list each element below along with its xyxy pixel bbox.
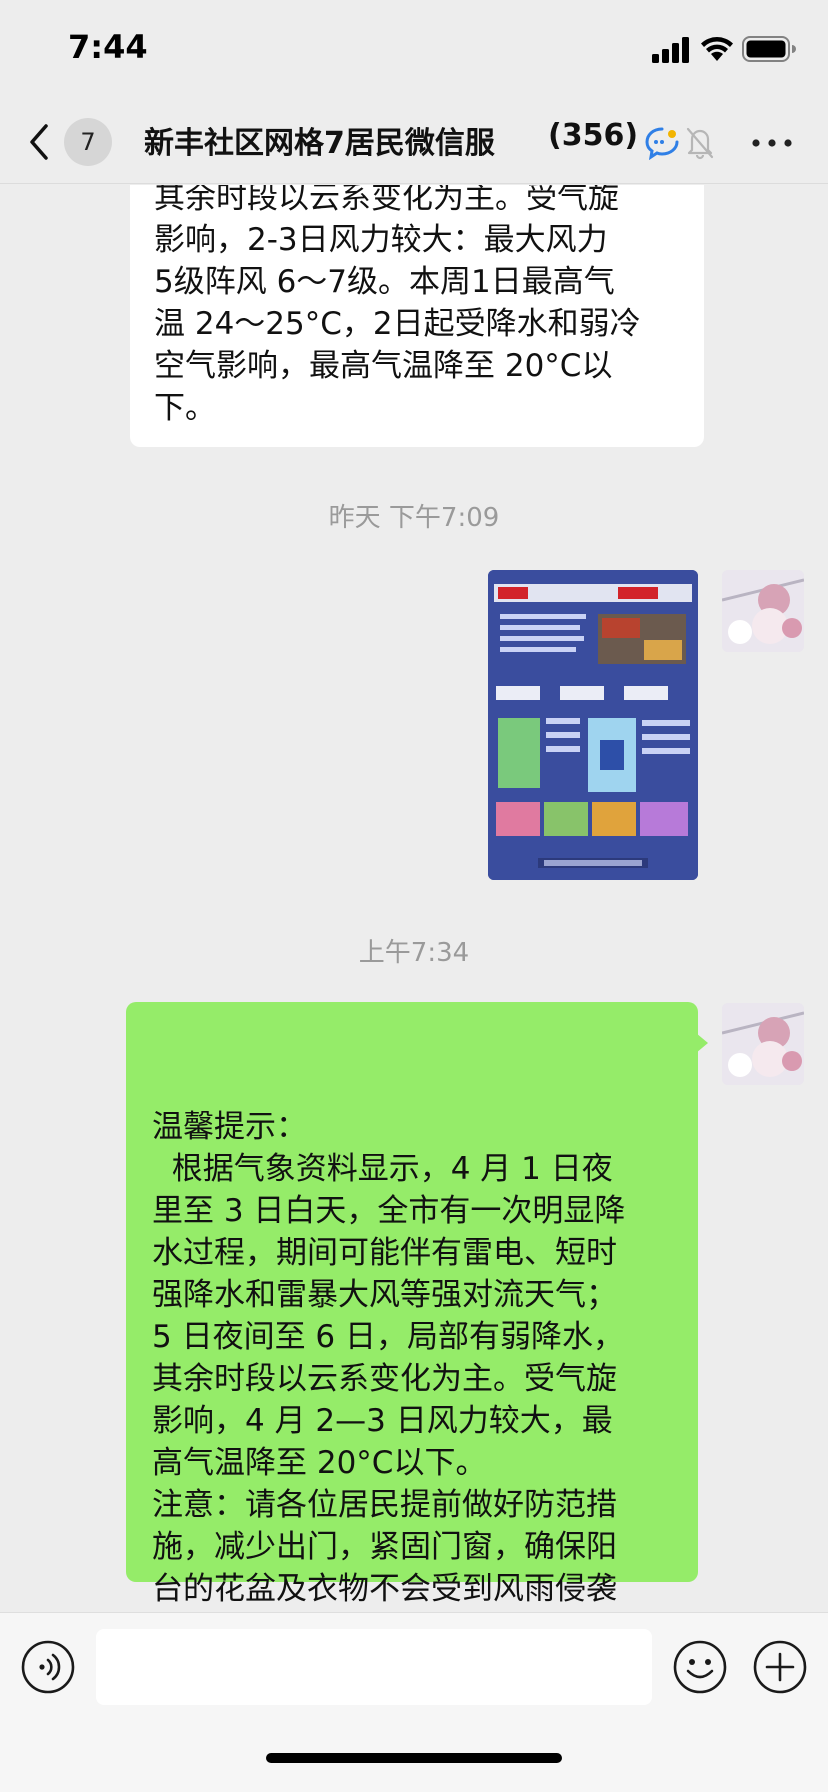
member-count: (356) (548, 118, 643, 153)
text-message-bubble[interactable]: 其余时段以云系变化为主。受气旋 影响，2-3日风力较大：最大风力 5级阵风 6～… (130, 185, 704, 447)
status-bar: 7:44 (0, 0, 828, 100)
avatar[interactable] (722, 570, 804, 652)
message-input[interactable] (96, 1629, 652, 1705)
battery-icon (742, 36, 796, 62)
live-chat-icon[interactable] (644, 126, 680, 160)
cellular-signal-icon (652, 37, 689, 63)
image-message[interactable] (488, 570, 698, 880)
chevron-left-icon (30, 124, 48, 160)
unread-count-badge: 7 (64, 118, 112, 166)
nav-bar: 7 新丰社区网格7居民微信服 (356) (0, 100, 828, 184)
back-button[interactable]: 7 (24, 114, 124, 170)
chat-message-area[interactable]: 其余时段以云系变化为主。受气旋 影响，2-3日风力较大：最大风力 5级阵风 6～… (0, 185, 828, 1610)
home-indicator (266, 1753, 562, 1763)
more-options-icon[interactable] (748, 126, 796, 160)
wifi-icon (701, 37, 733, 61)
bubble-tail (696, 1033, 708, 1053)
sent-message-bubble[interactable]: 温馨提示： 根据气象资料显示，4 月 1 日夜 里至 3 日白天，全市有一次明显… (126, 1002, 698, 1607)
message-text: 温馨提示： 根据气象资料显示，4 月 1 日夜 里至 3 日白天，全市有一次明显… (152, 1109, 626, 1607)
plus-icon[interactable] (752, 1639, 808, 1695)
avatar-image (722, 1003, 804, 1085)
message-text: 其余时段以云系变化为主。受气旋 影响，2-3日风力较大：最大风力 5级阵风 6～… (154, 185, 641, 426)
message-timestamp: 上午7:34 (358, 938, 470, 968)
input-bar (0, 1612, 828, 1792)
poster-image (488, 570, 698, 880)
voice-input-icon[interactable] (20, 1639, 76, 1695)
avatar[interactable] (722, 1003, 804, 1085)
emoji-icon[interactable] (672, 1639, 728, 1695)
avatar-image (722, 570, 804, 652)
message-timestamp: 昨天 下午7:09 (328, 503, 500, 533)
mute-bell-icon (686, 127, 714, 160)
status-time: 7:44 (68, 28, 148, 66)
